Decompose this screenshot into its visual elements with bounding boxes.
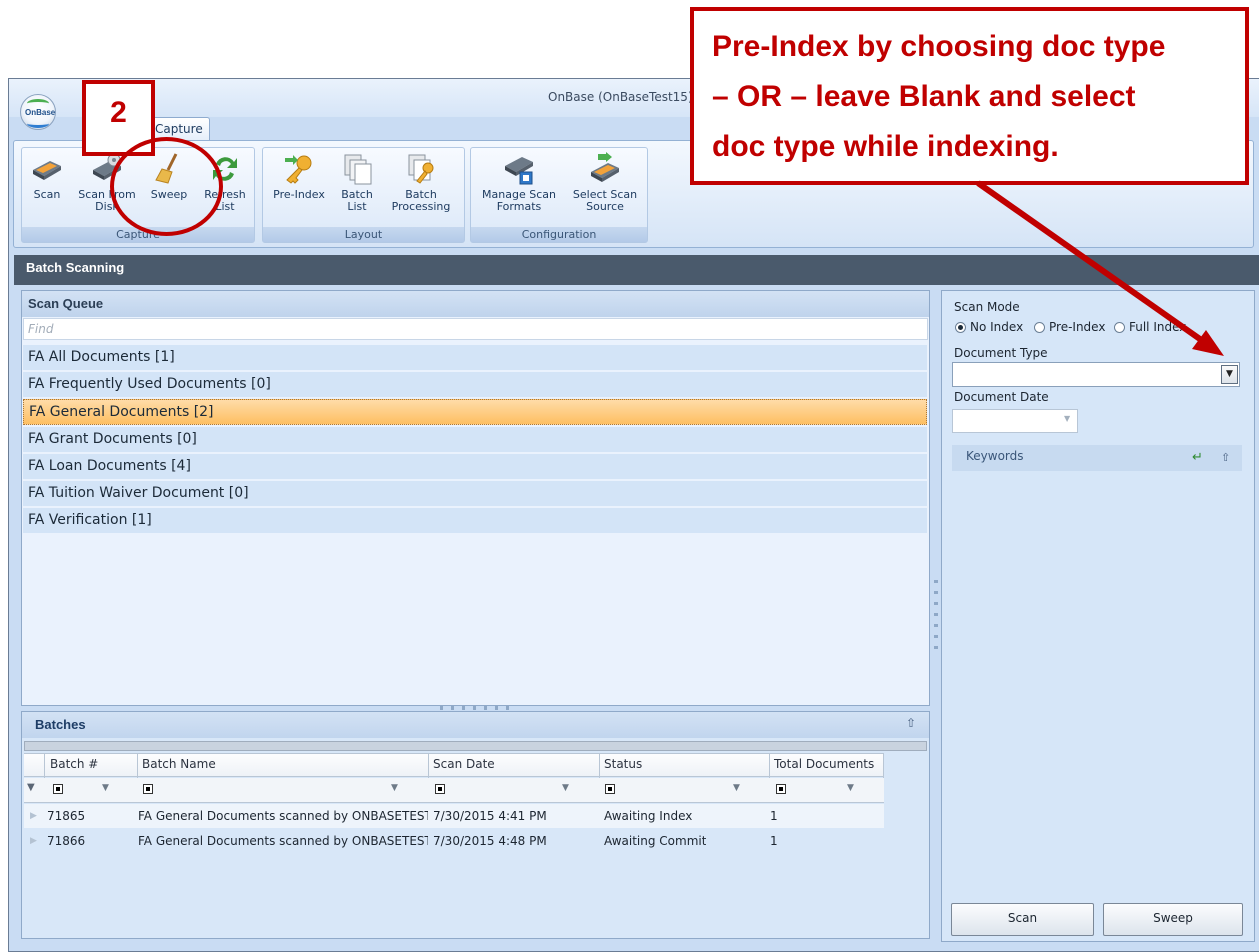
pre-index-ribbon-label: Pre-Index — [273, 188, 325, 201]
document-type-label: Document Type — [954, 346, 1048, 360]
vertical-splitter-handle[interactable] — [934, 580, 938, 652]
column-header-scan-date[interactable]: Scan Date — [433, 757, 495, 771]
scan-button[interactable]: Scan — [951, 903, 1094, 936]
keywords-label: Keywords — [966, 449, 1024, 463]
row-expand-icon[interactable]: ▶ — [30, 811, 37, 821]
scan-queue-item[interactable]: FA Verification [1] — [23, 508, 927, 534]
column-header-batch-name[interactable]: Batch Name — [142, 757, 216, 771]
radio-full-index[interactable] — [1114, 322, 1125, 333]
indexing-panel — [941, 290, 1255, 942]
key-icon — [285, 155, 312, 184]
filter-checkbox[interactable] — [605, 784, 615, 794]
document-date-label: Document Date — [954, 390, 1049, 404]
tab-capture-label: Capture — [155, 122, 203, 136]
column-header-total-documents[interactable]: Total Documents — [774, 757, 874, 771]
radio-pre-index[interactable] — [1034, 322, 1045, 333]
cell-total-documents: 1 — [770, 809, 778, 823]
filter-checkbox[interactable] — [776, 784, 786, 794]
collapse-chevron-icon[interactable]: ⇧ — [906, 716, 916, 730]
filter-checkbox[interactable] — [143, 784, 153, 794]
scan-queue-title: Scan Queue — [28, 296, 104, 311]
scan-queue-header — [22, 291, 929, 317]
cell-total-documents: 1 — [770, 834, 778, 848]
pages-icon — [344, 154, 372, 185]
scanner-settings-icon — [505, 157, 533, 185]
annotation-step-number: 2 — [110, 96, 127, 129]
filter-checkbox[interactable] — [435, 784, 445, 794]
cell-scan-date: 7/30/2015 4:48 PM — [433, 834, 547, 848]
cell-batch-number: 71866 — [47, 834, 86, 848]
app-logo-button[interactable]: OnBase — [20, 94, 56, 130]
radio-pre-index-label[interactable]: Pre-Index — [1049, 320, 1105, 334]
cell-scan-date: 7/30/2015 4:41 PM — [433, 809, 547, 823]
scan-queue-item[interactable]: FA Loan Documents [4] — [23, 454, 927, 480]
column-header-status[interactable]: Status — [604, 757, 642, 771]
window-title: OnBase (OnBaseTest15) — [548, 90, 693, 104]
date-dropdown-icon[interactable]: ▼ — [1064, 414, 1070, 423]
annotation-callout-line: – OR – leave Blank and select — [712, 80, 1136, 113]
cell-batch-name: FA General Documents scanned by ONBASETE… — [138, 809, 428, 823]
filter-dropdown-icon[interactable]: ▼ — [102, 783, 109, 793]
keyword-action-icon[interactable]: ↵ — [1192, 450, 1203, 465]
scan-ribbon-button[interactable]: Scan — [28, 152, 66, 201]
batches-title: Batches — [35, 717, 86, 732]
dropdown-arrow-icon[interactable]: ▼ — [1221, 365, 1238, 384]
app-logo-text: OnBase — [25, 108, 56, 117]
horizontal-splitter-handle[interactable] — [440, 706, 512, 710]
cell-batch-name: FA General Documents scanned by ONBASETE… — [138, 834, 428, 848]
filter-checkbox[interactable] — [53, 784, 63, 794]
document-type-select[interactable] — [952, 362, 1240, 387]
annotation-callout-line: doc type while indexing. — [712, 130, 1059, 163]
row-expand-icon[interactable]: ▶ — [30, 836, 37, 846]
batches-scrollbar[interactable] — [24, 741, 927, 751]
scan-queue-item[interactable]: FA Grant Documents [0] — [23, 427, 927, 453]
radio-full-index-label[interactable]: Full Index — [1129, 320, 1186, 334]
batch-processing-ribbon-label: Batch Processing — [391, 188, 451, 213]
scan-queue-item[interactable]: FA All Documents [1] — [23, 345, 927, 371]
select-scan-source-ribbon-button[interactable]: Select Scan Source — [568, 152, 642, 213]
keywords-collapse-icon[interactable]: ⇧ — [1221, 451, 1230, 464]
scan-ribbon-label: Scan — [33, 188, 61, 201]
group-label-layout: Layout — [263, 227, 464, 242]
scan-queue-item-selected[interactable]: FA General Documents [2] — [23, 399, 927, 425]
column-header-batch-number[interactable]: Batch # — [50, 757, 98, 771]
radio-no-index[interactable] — [955, 322, 966, 333]
filter-dropdown-icon[interactable]: ▼ — [562, 783, 569, 793]
pages-key-icon — [408, 154, 434, 184]
annotation-highlight-circle — [110, 137, 223, 236]
filter-icon[interactable]: ▼ — [27, 782, 35, 793]
scan-queue-item[interactable]: FA Frequently Used Documents [0] — [23, 372, 927, 398]
group-label-configuration: Configuration — [471, 227, 647, 242]
batch-list-ribbon-button[interactable]: Batch List — [338, 152, 376, 213]
batch-scanning-header — [14, 255, 1259, 285]
annotation-callout-line: Pre-Index by choosing doc type — [712, 30, 1166, 63]
batch-scanning-title: Batch Scanning — [26, 260, 125, 275]
scan-mode-label: Scan Mode — [954, 300, 1020, 314]
filter-dropdown-icon[interactable]: ▼ — [733, 783, 740, 793]
scanner-source-icon — [591, 152, 619, 182]
scan-queue-find-input[interactable] — [23, 318, 928, 340]
filter-dropdown-icon[interactable]: ▼ — [391, 783, 398, 793]
batches-filter-row — [24, 778, 884, 803]
document-date-field[interactable] — [952, 409, 1078, 433]
scan-queue-item[interactable]: FA Tuition Waiver Document [0] — [23, 481, 927, 507]
cell-batch-number: 71865 — [47, 809, 86, 823]
pre-index-ribbon-button[interactable]: Pre-Index — [268, 152, 330, 201]
sweep-button[interactable]: Sweep — [1103, 903, 1243, 936]
manage-scan-formats-ribbon-button[interactable]: Manage Scan Formats — [476, 152, 562, 213]
scanner-icon — [33, 161, 61, 180]
filter-dropdown-icon[interactable]: ▼ — [847, 783, 854, 793]
radio-no-index-label[interactable]: No Index — [970, 320, 1023, 334]
batch-list-ribbon-label: Batch List — [341, 188, 373, 213]
manage-scan-formats-ribbon-label: Manage Scan Formats — [482, 188, 556, 213]
batches-header — [22, 712, 929, 738]
batch-processing-ribbon-button[interactable]: Batch Processing — [384, 152, 458, 213]
cell-status: Awaiting Commit — [604, 834, 707, 848]
cell-status: Awaiting Index — [604, 809, 693, 823]
select-scan-source-ribbon-label: Select Scan Source — [572, 188, 638, 213]
